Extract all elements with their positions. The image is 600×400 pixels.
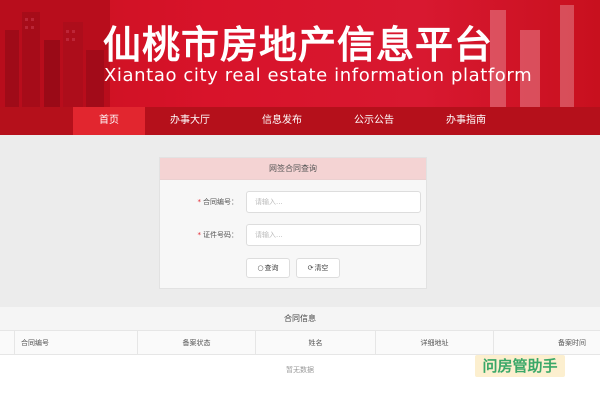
card-title: 网签合同查询	[160, 158, 426, 180]
contract-query-card: 网签合同查询 * 合同编号： 请输入... * 证件号码： 请输入... ○查询 ⟳…	[159, 157, 427, 289]
site-title: 仙桃市房地产信息平台	[103, 23, 494, 67]
column-address: 详细地址	[375, 331, 493, 355]
nav-item-info-release[interactable]: 信息发布	[246, 107, 318, 135]
column-filing-time: 备案时间	[493, 331, 600, 355]
site-subtitle: Xiantao city real estate information pla…	[104, 65, 533, 86]
column-filing-status: 备案状态	[137, 331, 255, 355]
watermark-logo: 问房管助手	[475, 355, 565, 377]
nav-item-announcements[interactable]: 公示公告	[338, 107, 410, 135]
clear-button[interactable]: ⟳清空	[296, 258, 340, 278]
search-button[interactable]: ○查询	[246, 258, 290, 278]
results-title: 合同信息	[0, 307, 600, 331]
required-mark: *	[197, 198, 202, 206]
nav-item-service-hall[interactable]: 办事大厅	[154, 107, 226, 135]
table-header: 合同编号 备案状态 姓名 详细地址 备案时间	[0, 331, 600, 355]
refresh-icon: ⟳	[307, 264, 314, 272]
column-contract-number: 合同编号	[14, 331, 137, 355]
nav-item-guide[interactable]: 办事指南	[430, 107, 502, 135]
results-section: 合同信息 合同编号 备案状态 姓名 详细地址 备案时间 暂无数据	[0, 307, 600, 400]
contract-number-label: * 合同编号：	[197, 198, 239, 206]
header-banner: 仙桃市房地产信息平台 Xiantao city real estate info…	[0, 0, 600, 107]
nav-item-home[interactable]: 首页	[73, 107, 145, 135]
required-mark: *	[197, 231, 202, 239]
id-number-row: * 证件号码： 请输入...	[160, 224, 428, 246]
id-number-input[interactable]: 请输入...	[246, 224, 421, 246]
contract-number-row: * 合同编号： 请输入...	[160, 191, 428, 213]
search-icon: ○	[257, 264, 264, 272]
column-name: 姓名	[255, 331, 375, 355]
city-skyline-graphic	[0, 0, 110, 107]
main-nav: 首页 办事大厅 信息发布 公示公告 办事指南	[0, 107, 600, 135]
id-number-label: * 证件号码：	[197, 231, 239, 239]
contract-number-input[interactable]: 请输入...	[246, 191, 421, 213]
